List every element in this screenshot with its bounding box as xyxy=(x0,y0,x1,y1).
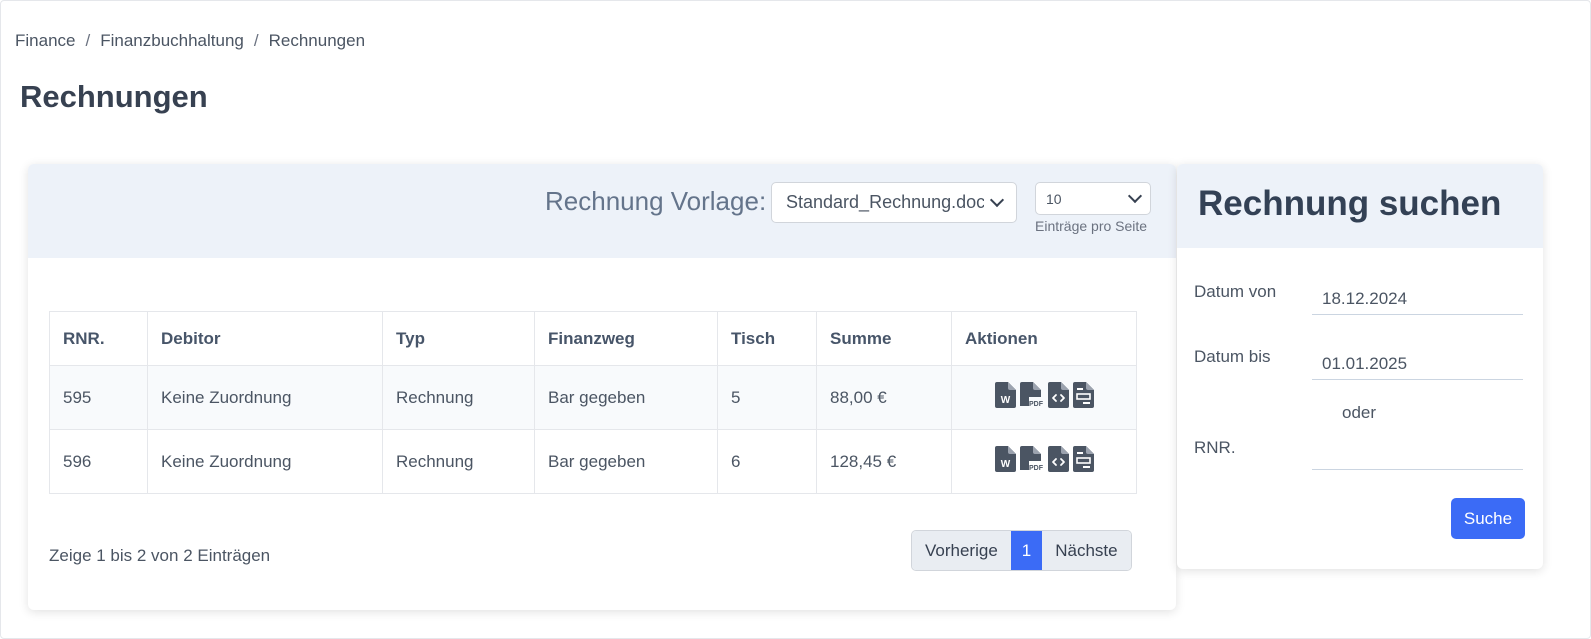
pdf-icon-letters: PDF xyxy=(1029,465,1044,472)
template-label: Rechnung Vorlage: xyxy=(545,186,767,216)
breadcrumb-separator: / xyxy=(85,31,91,50)
search-title: Rechnung suchen xyxy=(1198,184,1502,223)
receipt-file-icon[interactable] xyxy=(1072,382,1094,408)
column-header-typ[interactable]: Typ xyxy=(382,311,535,366)
column-header-summe[interactable]: Summe xyxy=(816,311,952,366)
word-file-icon[interactable]: W xyxy=(994,446,1016,472)
breadcrumb-rechnungen: Rechnungen xyxy=(268,31,366,50)
pagination-info: Zeige 1 bis 2 von 2 Einträgen xyxy=(49,546,271,565)
invoices-card: Rechnung Vorlage: Standard_Rechnung.docx… xyxy=(28,164,1176,610)
per-page-label: Einträge pro Seite xyxy=(1035,218,1148,234)
word-icon-letter: W xyxy=(1000,395,1010,406)
date-from-input[interactable] xyxy=(1312,279,1523,315)
pdf-file-icon[interactable]: PDF xyxy=(1019,382,1044,408)
date-to-input[interactable] xyxy=(1312,344,1523,380)
pdf-file-icon[interactable]: PDF xyxy=(1019,446,1044,472)
pagination-prev-button[interactable]: Vorherige xyxy=(912,531,1011,570)
pagination-next-button[interactable]: Nächste xyxy=(1042,531,1131,570)
search-button[interactable]: Suche xyxy=(1451,498,1525,539)
page-frame: Finance / Finanzbuchhaltung / Rechnungen… xyxy=(0,0,1591,639)
page-title: Rechnungen xyxy=(20,79,208,114)
cell-tisch: 5 xyxy=(717,365,817,430)
or-label: oder xyxy=(1342,403,1377,422)
code-file-icon[interactable] xyxy=(1047,446,1069,472)
cell-finanzweg: Bar gegeben xyxy=(534,429,718,494)
breadcrumb-finanzbuchhaltung[interactable]: Finanzbuchhaltung xyxy=(100,31,244,51)
column-header-aktionen: Aktionen xyxy=(951,311,1137,366)
cell-rnr: 595 xyxy=(49,365,148,430)
breadcrumb-finance[interactable]: Finance xyxy=(15,31,75,51)
pdf-icon-letters: PDF xyxy=(1029,401,1044,408)
per-page-value: 10 xyxy=(1046,190,1062,207)
breadcrumb: Finance / Finanzbuchhaltung / Rechnungen xyxy=(15,31,365,51)
column-header-tisch[interactable]: Tisch xyxy=(717,311,817,366)
cell-summe: 128,45 € xyxy=(816,429,952,494)
word-icon-letter: W xyxy=(1000,459,1010,470)
table-row: 595 Keine Zuordnung Rechnung Bar gegeben… xyxy=(49,365,1137,430)
pagination-page-1[interactable]: 1 xyxy=(1010,531,1043,570)
chevron-down-icon xyxy=(1127,188,1143,204)
cell-debitor: Keine Zuordnung xyxy=(147,365,383,430)
cell-summe: 88,00 € xyxy=(816,365,952,430)
template-select-value: Standard_Rechnung.docx xyxy=(786,192,984,212)
receipt-file-icon[interactable] xyxy=(1072,446,1094,472)
cell-actions: W PDF xyxy=(951,365,1137,430)
cell-typ: Rechnung xyxy=(382,429,535,494)
pagination: Vorherige 1 Nächste xyxy=(911,530,1132,571)
code-file-icon[interactable] xyxy=(1047,382,1069,408)
table-header-row: RNR. Debitor Typ Finanzweg Tisch Summe A… xyxy=(49,311,1137,366)
cell-typ: Rechnung xyxy=(382,365,535,430)
column-header-finanzweg[interactable]: Finanzweg xyxy=(534,311,718,366)
date-from-label: Datum von xyxy=(1194,282,1277,301)
cell-tisch: 6 xyxy=(717,429,817,494)
chevron-down-icon xyxy=(989,192,1005,208)
date-to-label: Datum bis xyxy=(1194,347,1271,366)
breadcrumb-separator: / xyxy=(253,31,259,50)
per-page-select[interactable]: 10 xyxy=(1035,182,1151,215)
cell-actions: W PDF xyxy=(951,429,1137,494)
rnr-label: RNR. xyxy=(1194,438,1236,457)
rnr-input[interactable] xyxy=(1312,434,1523,470)
column-header-rnr[interactable]: RNR. xyxy=(49,311,148,366)
search-card-header: Rechnung suchen xyxy=(1177,164,1543,248)
cell-debitor: Keine Zuordnung xyxy=(147,429,383,494)
column-header-debitor[interactable]: Debitor xyxy=(147,311,383,366)
invoices-card-header: Rechnung Vorlage: Standard_Rechnung.docx… xyxy=(28,164,1176,258)
cell-rnr: 596 xyxy=(49,429,148,494)
template-select[interactable]: Standard_Rechnung.docx xyxy=(771,182,1017,223)
invoices-table: RNR. Debitor Typ Finanzweg Tisch Summe A… xyxy=(49,311,1137,494)
table-row: 596 Keine Zuordnung Rechnung Bar gegeben… xyxy=(49,429,1137,494)
search-card: Rechnung suchen Datum von Datum bis oder… xyxy=(1177,164,1543,569)
word-file-icon[interactable]: W xyxy=(994,382,1016,408)
cell-finanzweg: Bar gegeben xyxy=(534,365,718,430)
